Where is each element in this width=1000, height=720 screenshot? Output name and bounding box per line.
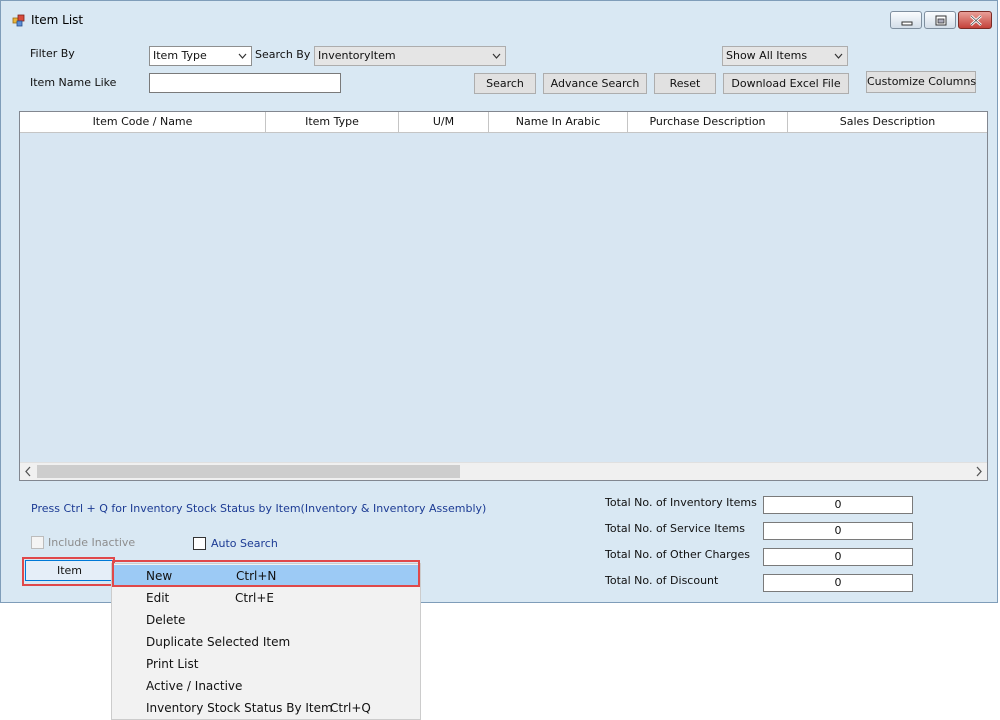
total-discount-value: 0 <box>763 574 913 592</box>
menu-item-label: Edit <box>146 591 170 605</box>
column-header-item-type[interactable]: Item Type <box>266 112 399 132</box>
menu-item-shortcut: Ctrl+E <box>235 591 274 605</box>
column-header-name-arabic[interactable]: Name In Arabic <box>489 112 628 132</box>
show-items-combo[interactable]: Show All Items <box>722 46 848 66</box>
menu-item-print-list[interactable]: Print List <box>112 653 420 675</box>
total-other-charges-label: Total No. of Other Charges <box>605 548 750 561</box>
column-header-item-code[interactable]: Item Code / Name <box>20 112 266 132</box>
item-button-highlight <box>22 557 115 586</box>
menu-item-label: Delete <box>146 613 186 627</box>
include-inactive-label: Include Inactive <box>48 536 136 549</box>
total-other-charges-value: 0 <box>763 548 913 566</box>
item-list-window: Item List Filter By Item Type Search By … <box>0 0 998 603</box>
minimize-icon <box>901 21 913 26</box>
menu-item-edit[interactable]: Edit Ctrl+E <box>112 587 420 609</box>
scrollbar-thumb[interactable] <box>37 465 460 478</box>
menu-item-duplicate[interactable]: Duplicate Selected Item <box>112 631 420 653</box>
menu-item-label: Inventory Stock Status By Item <box>146 701 333 715</box>
search-by-combo[interactable]: InventoryItem <box>314 46 506 66</box>
filter-by-combo[interactable]: Item Type <box>149 46 252 66</box>
window-title: Item List <box>31 13 84 27</box>
search-button[interactable]: Search <box>474 73 536 94</box>
menu-item-label: Duplicate Selected Item <box>146 635 291 649</box>
column-header-um[interactable]: U/M <box>399 112 489 132</box>
reset-button[interactable]: Reset <box>654 73 716 94</box>
menu-item-delete[interactable]: Delete <box>112 609 420 631</box>
total-service-value: 0 <box>763 522 913 540</box>
search-by-value: InventoryItem <box>318 49 396 62</box>
horizontal-scrollbar[interactable] <box>20 462 987 480</box>
chevron-down-icon <box>238 53 247 59</box>
menu-item-shortcut: Ctrl+Q <box>330 701 371 715</box>
show-items-value: Show All Items <box>726 49 808 62</box>
item-grid[interactable]: Item Code / Name Item Type U/M Name In A… <box>19 111 988 481</box>
menu-item-active-inactive[interactable]: Active / Inactive <box>112 675 420 697</box>
filter-by-label: Filter By <box>30 47 75 60</box>
scroll-right-icon[interactable] <box>970 463 987 480</box>
filter-by-value: Item Type <box>153 49 207 62</box>
auto-search-checkbox[interactable] <box>193 537 206 550</box>
item-name-label: Item Name Like <box>30 76 117 89</box>
search-by-label: Search By <box>255 48 311 61</box>
menu-item-label: Print List <box>146 657 199 671</box>
maximize-button[interactable] <box>924 11 956 29</box>
minimize-button[interactable] <box>890 11 922 29</box>
chevron-down-icon <box>492 53 501 59</box>
auto-search-label: Auto Search <box>211 537 278 550</box>
include-inactive-checkbox[interactable] <box>31 536 44 549</box>
total-discount-label: Total No. of Discount <box>605 574 719 587</box>
new-item-highlight <box>112 560 420 587</box>
shortcut-hint: Press Ctrl + Q for Inventory Stock Statu… <box>31 502 487 515</box>
chevron-down-icon <box>834 53 843 59</box>
close-button[interactable] <box>958 11 992 29</box>
title-bar[interactable]: Item List <box>1 1 997 37</box>
client-area: Filter By Item Type Search By InventoryI… <box>9 37 989 597</box>
column-header-sales-description[interactable]: Sales Description <box>788 112 987 132</box>
close-icon <box>970 15 982 26</box>
total-inventory-label: Total No. of Inventory Items <box>605 496 757 509</box>
customize-columns-button[interactable]: Customize Columns <box>866 71 976 93</box>
total-inventory-value: 0 <box>763 496 913 514</box>
advance-search-button[interactable]: Advance Search <box>543 73 647 94</box>
app-icon <box>12 14 25 27</box>
maximize-icon <box>935 15 947 26</box>
total-service-label: Total No. of Service Items <box>605 522 745 535</box>
download-excel-button[interactable]: Download Excel File <box>723 73 849 94</box>
grid-header: Item Code / Name Item Type U/M Name In A… <box>20 112 987 133</box>
item-name-input[interactable] <box>149 73 341 93</box>
scroll-left-icon[interactable] <box>20 463 37 480</box>
menu-item-label: Active / Inactive <box>146 679 243 693</box>
column-header-purchase-description[interactable]: Purchase Description <box>628 112 788 132</box>
menu-item-inventory-stock-status[interactable]: Inventory Stock Status By Item Ctrl+Q <box>112 697 420 719</box>
